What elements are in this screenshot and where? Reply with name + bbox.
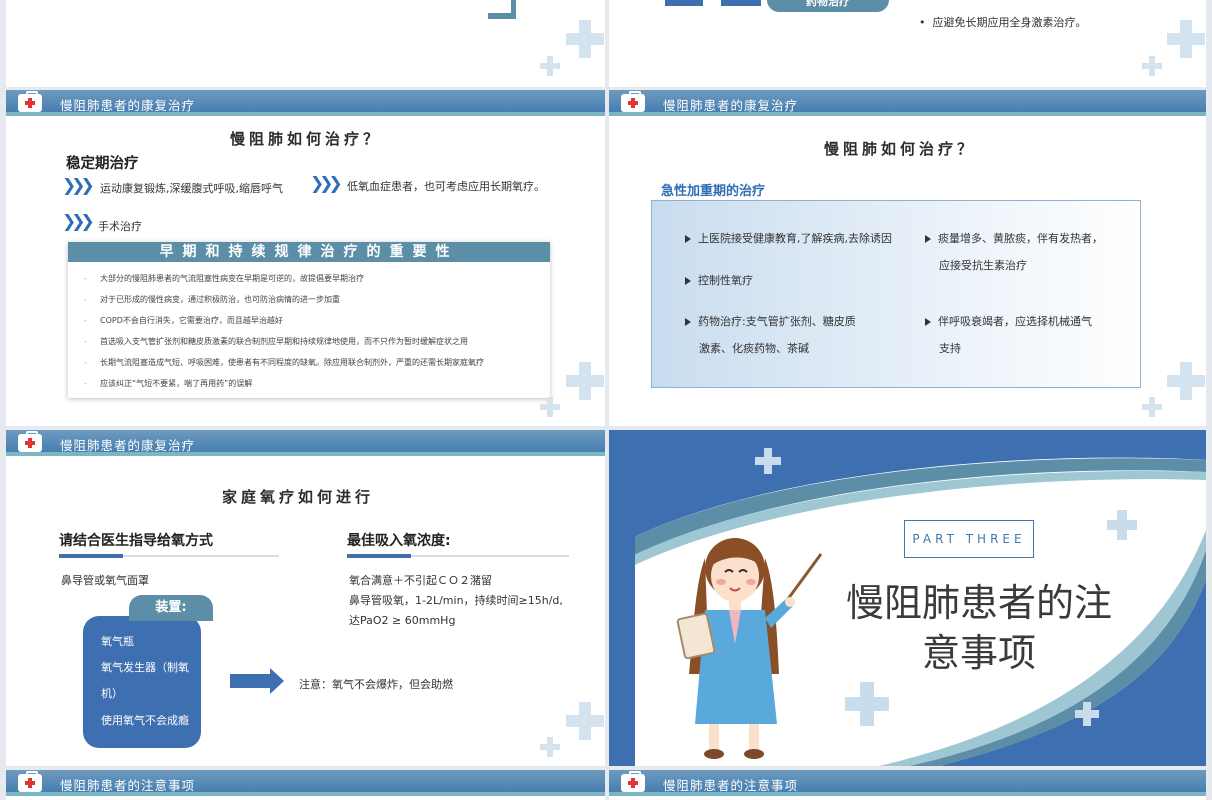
device-item: 氧气瓶	[101, 635, 134, 648]
slide-bottom-left[interactable]: 慢阻肺患者的注意事项	[6, 770, 605, 800]
header-title: 慢阻肺患者的康复治疗	[663, 98, 799, 113]
triangle-bullet-icon	[925, 235, 931, 243]
chevron-right-icon: ❯❯❯	[62, 212, 95, 232]
medkit-icon	[621, 771, 645, 792]
arrow-right-icon	[230, 668, 284, 694]
note-text: 注意：氧气不会爆炸，但会助燃	[299, 678, 453, 691]
slide-top-left[interactable]	[6, 0, 605, 87]
device-item: 机）	[101, 687, 123, 700]
list-item: 长期气流阻塞造成气短、呼吸困难，使患者有不同程度的缺氧。除应用联合制剂外，严重的…	[84, 352, 544, 373]
doctor-illustration	[676, 538, 823, 759]
slide-header: 慢阻肺患者的康复治疗	[6, 430, 605, 456]
slide-acute-treatment[interactable]: 慢阻肺患者的康复治疗 慢阻肺如何治疗？ 急性加重期的治疗 上医院接受健康教育,了…	[609, 90, 1206, 426]
plus-icon	[1075, 702, 1099, 726]
slide-header: 慢阻肺患者的注意事项	[609, 770, 1206, 796]
treatment-item: 低氧血症患者，也可考虑应用长期氧疗。	[347, 180, 545, 193]
chevron-right-icon: ❯❯❯	[62, 176, 95, 196]
plus-icon	[1107, 510, 1137, 540]
header-title: 慢阻肺患者的注意事项	[663, 778, 799, 793]
section-underline	[59, 554, 279, 558]
plus-icon	[1142, 397, 1162, 417]
slide-title: 慢阻肺如何治疗？	[230, 130, 383, 148]
corner-arrow-icon	[488, 0, 516, 19]
slide-home-oxygen[interactable]: 慢阻肺患者的康复治疗 家庭氧疗如何进行 请结合医生指导给氧方式 鼻导管或氧气面罩…	[6, 430, 605, 766]
triangle-bullet-icon	[685, 277, 691, 285]
list-item: 药物治疗:支气管扩张剂、糖皮质 激素、化痰药物、茶碱	[685, 308, 856, 362]
pill-drug-therapy: 药物治疗	[767, 0, 889, 12]
plus-icon	[1167, 20, 1205, 58]
plus-icon	[566, 362, 604, 400]
medkit-icon	[18, 771, 42, 792]
plus-icon	[540, 56, 560, 76]
slide-title: 慢阻肺如何治疗？	[824, 140, 977, 158]
concentration-line: 达PaO2 ≥ 60mmHg	[349, 614, 456, 627]
device-box: 氧气瓶 氧气发生器（制氧 机） 使用氧气不会成瘾	[83, 616, 201, 748]
section-underline	[347, 554, 569, 558]
flow-box	[665, 0, 703, 6]
plus-icon	[1167, 362, 1205, 400]
slide-header: 慢阻肺患者的注意事项	[6, 770, 605, 796]
list-item: 对于已形成的慢性病变，通过积极防治，也可防治病情的进一步加重	[84, 289, 544, 310]
plus-icon	[845, 682, 889, 726]
slide-top-right[interactable]: 药物治疗 • 应避免长期应用全身激素治疗。	[609, 0, 1206, 87]
list-item: 大部分的慢阻肺患者的气流阻塞性病变在早期是可逆的，故提倡要早期治疗	[84, 268, 544, 289]
section-heading: 请结合医生指导给氧方式	[59, 533, 213, 549]
medkit-icon	[621, 91, 645, 112]
header-title: 慢阻肺患者的注意事项	[60, 778, 196, 793]
section-title: 慢阻肺患者的注 意事项	[845, 581, 1112, 675]
slide-part-three-cover[interactable]: PART THREE 慢阻肺患者的注 意事项	[609, 430, 1206, 766]
importance-box: 早期和持续规律治疗的重要性 大部分的慢阻肺患者的气流阻塞性病变在早期是可逆的，故…	[68, 242, 550, 398]
plus-icon	[566, 20, 604, 58]
triangle-bullet-icon	[685, 235, 691, 243]
flow-arrow	[721, 0, 761, 6]
medkit-icon	[18, 91, 42, 112]
device-item: 使用氧气不会成瘾	[101, 714, 189, 727]
triangle-bullet-icon	[685, 318, 691, 326]
plus-icon	[755, 448, 781, 474]
list-item: COPD不会自行消失，它需要治疗，而且越早治越好	[84, 310, 544, 331]
slide-bottom-right[interactable]: 慢阻肺患者的注意事项	[609, 770, 1206, 800]
slide-title: 家庭氧疗如何进行	[222, 488, 375, 506]
subheading: 急性加重期的治疗	[661, 184, 766, 199]
device-item: 氧气发生器（制氧	[101, 661, 189, 674]
list-item: 伴呼吸衰竭者，应选择机械通气 支持	[925, 308, 1092, 362]
header-title: 慢阻肺患者的康复治疗	[60, 438, 196, 453]
part-label: PART THREE	[904, 520, 1034, 558]
treatment-item: 手术治疗	[98, 220, 142, 233]
treatment-item: 运动康复锻炼,深缓腹式呼吸,缩唇呼气	[100, 182, 283, 195]
oxygen-method: 鼻导管或氧气面罩	[61, 574, 149, 587]
list-item: 痰量增多、黄脓痰，伴有发热者， 应接受抗生素治疗	[925, 225, 1103, 279]
list-item: 应该纠正“气短不要紧，喘了再用药”的误解	[84, 373, 544, 394]
medkit-icon	[18, 431, 42, 452]
plus-icon	[540, 737, 560, 757]
concentration-line: 氧合满意＋不引起ＣＯ２潴留	[349, 574, 492, 587]
device-label: 装置:	[129, 595, 213, 621]
list-item: 首选吸入支气管扩张剂和糖皮质激素的联合制剂应早期和持续规律地使用，而不只作为暂时…	[84, 331, 544, 352]
subheading: 稳定期治疗	[66, 156, 139, 172]
list-item: 控制性氧疗	[685, 267, 753, 294]
importance-title: 早期和持续规律治疗的重要性	[68, 242, 550, 262]
plus-icon	[566, 702, 604, 740]
slide-stable-treatment[interactable]: 慢阻肺患者的康复治疗 慢阻肺如何治疗？ 稳定期治疗 ❯❯❯ 运动康复锻炼,深缓腹…	[6, 90, 605, 426]
slide-header: 慢阻肺患者的康复治疗	[609, 90, 1206, 116]
chevron-right-icon: ❯❯❯	[310, 174, 343, 194]
plus-icon	[540, 397, 560, 417]
section-heading: 最佳吸入氧浓度:	[347, 533, 451, 549]
concentration-line: 鼻导管吸氧，1-2L/min，持续时间≥15h/d,	[349, 594, 563, 607]
triangle-bullet-icon	[925, 318, 931, 326]
slide-header: 慢阻肺患者的康复治疗	[6, 90, 605, 116]
header-title: 慢阻肺患者的康复治疗	[60, 98, 196, 113]
bullet-text: • 应避免长期应用全身激素治疗。	[919, 16, 1087, 29]
list-item: 上医院接受健康教育,了解疾病,去除诱因	[685, 225, 892, 252]
plus-icon	[1142, 56, 1162, 76]
